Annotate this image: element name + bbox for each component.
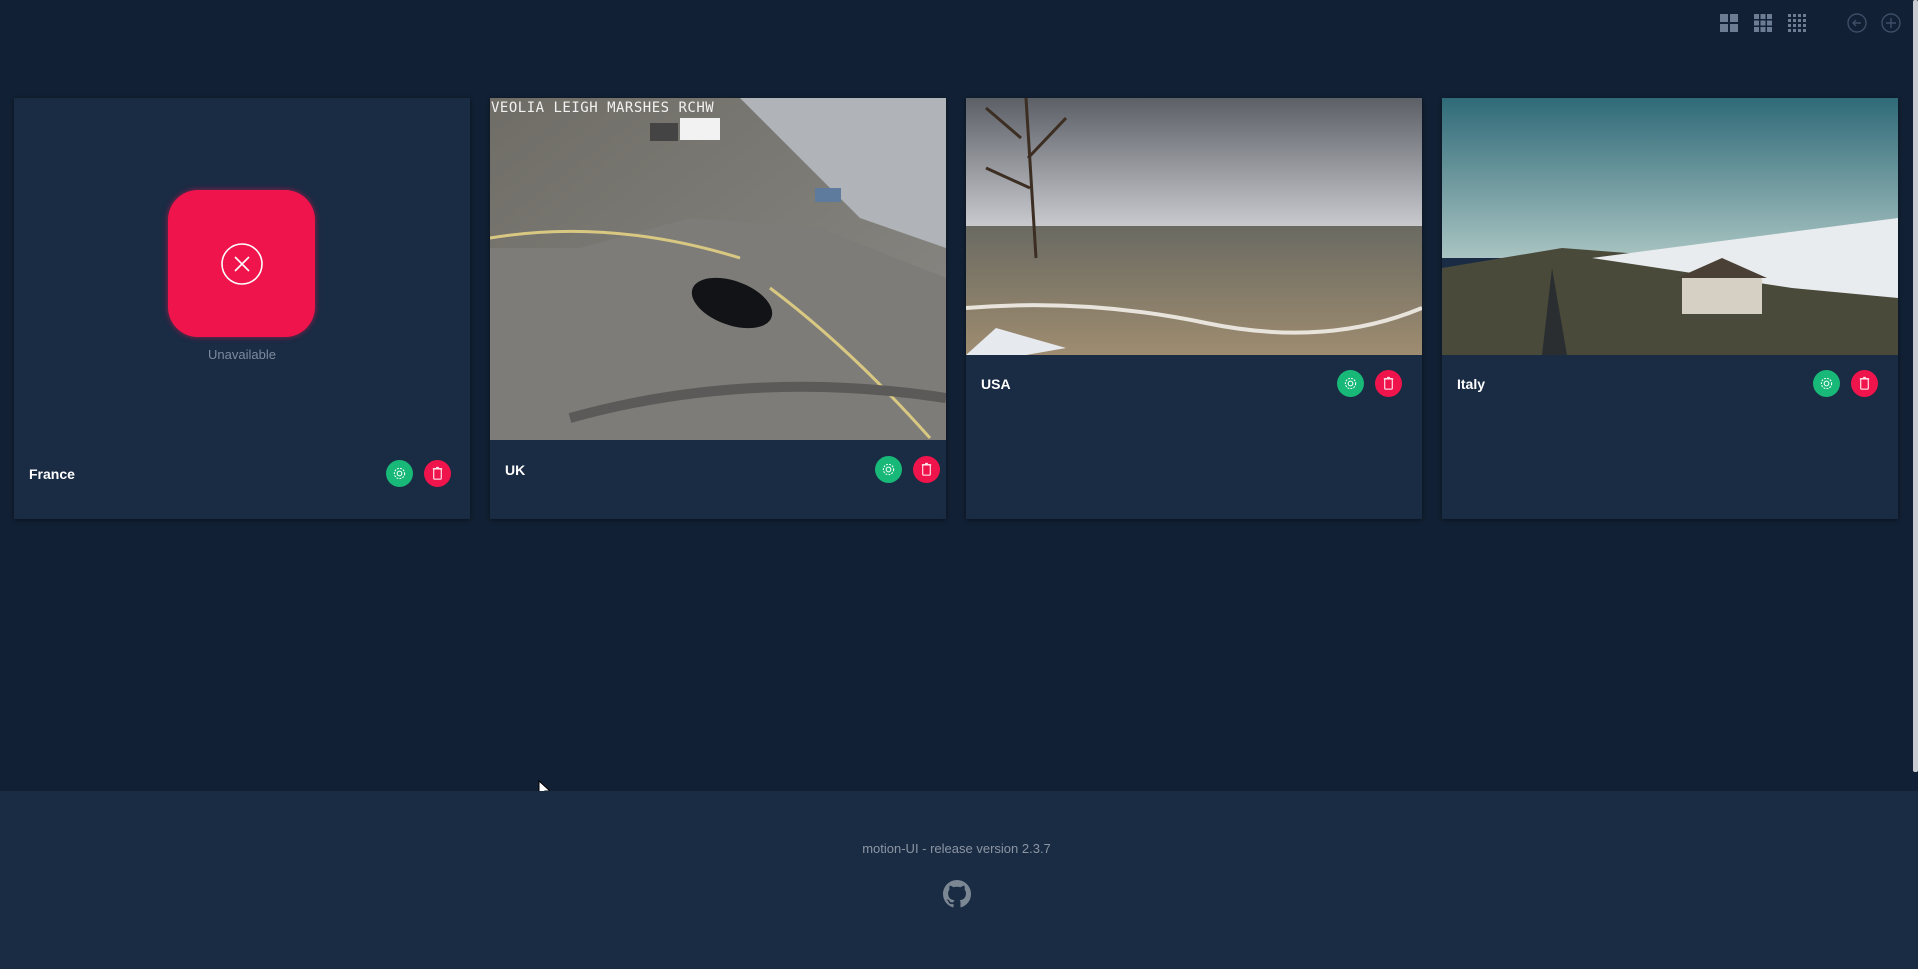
camera-settings-button[interactable] bbox=[1813, 370, 1840, 397]
camera-name: UK bbox=[505, 462, 526, 478]
version-text: motion-UI - release version 2.3.7 bbox=[862, 841, 1051, 856]
camera-delete-button[interactable] bbox=[913, 456, 940, 483]
camera-stream-image[interactable]: VEOLIA LEIGH MARSHES RCHW bbox=[490, 98, 946, 440]
camera-stream-image[interactable] bbox=[1442, 98, 1898, 355]
camera-settings-button[interactable] bbox=[1337, 370, 1364, 397]
unavailable-indicator bbox=[168, 190, 315, 337]
trash-icon bbox=[1859, 376, 1870, 390]
camera-delete-button[interactable] bbox=[1375, 370, 1402, 397]
github-icon[interactable] bbox=[943, 880, 971, 913]
grid-medium-icon[interactable] bbox=[1750, 12, 1776, 34]
camera-grid: Unavailable France VEOLIA LEIGH MARSHES … bbox=[14, 98, 1898, 519]
trash-icon bbox=[921, 462, 932, 476]
back-icon[interactable] bbox=[1844, 12, 1870, 34]
gear-icon bbox=[393, 467, 406, 480]
scrollbar[interactable] bbox=[1913, 0, 1918, 772]
footer: motion-UI - release version 2.3.7 bbox=[0, 791, 1918, 969]
gear-icon bbox=[1820, 377, 1833, 390]
camera-settings-button[interactable] bbox=[875, 456, 902, 483]
close-circle-icon bbox=[220, 242, 263, 285]
gear-icon bbox=[882, 463, 895, 476]
camera-card-france: Unavailable France bbox=[14, 98, 470, 519]
trash-icon bbox=[1383, 376, 1394, 390]
camera-card-usa: USA bbox=[966, 98, 1422, 519]
camera-name: France bbox=[29, 466, 75, 482]
camera-delete-button[interactable] bbox=[1851, 370, 1878, 397]
grid-small-icon[interactable] bbox=[1784, 12, 1810, 34]
trash-icon bbox=[432, 466, 443, 480]
grid-large-icon[interactable] bbox=[1716, 12, 1742, 34]
camera-stream-image[interactable] bbox=[966, 98, 1422, 355]
add-icon[interactable] bbox=[1878, 12, 1904, 34]
gear-icon bbox=[1344, 377, 1357, 390]
camera-settings-button[interactable] bbox=[386, 460, 413, 487]
top-toolbar bbox=[1708, 12, 1904, 34]
camera-name: Italy bbox=[1457, 376, 1486, 392]
camera-card-italy: Italy bbox=[1442, 98, 1898, 519]
camera-card-uk: VEOLIA LEIGH MARSHES RCHW UK bbox=[490, 98, 946, 519]
camera-status: Unavailable bbox=[208, 347, 276, 362]
camera-overlay-text: VEOLIA LEIGH MARSHES RCHW bbox=[491, 100, 715, 116]
camera-delete-button[interactable] bbox=[424, 460, 451, 487]
camera-name: USA bbox=[981, 376, 1011, 392]
